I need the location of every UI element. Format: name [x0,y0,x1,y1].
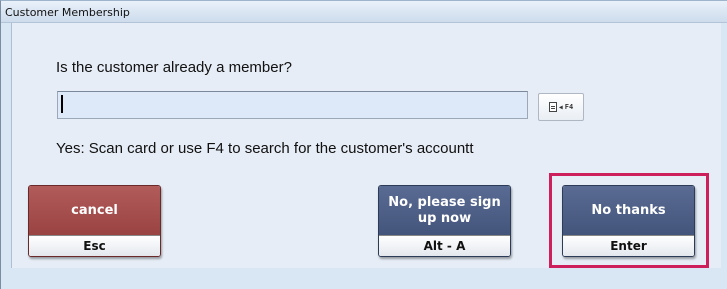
cancel-shortcut-label: Esc [29,235,160,256]
f4-search-button[interactable]: ◂ F4 [538,93,584,121]
member-search-input[interactable] [57,91,528,119]
membership-question: Is the customer already a member? [56,59,292,76]
sign-up-button[interactable]: No, please sign up now Alt - A [378,185,511,257]
search-account-icon: ◂ F4 [548,102,573,113]
sign-up-shortcut-label: Alt - A [379,235,510,256]
title-bar[interactable]: Customer Membership [1,1,727,23]
cancel-button[interactable]: cancel Esc [28,185,161,257]
sign-up-button-label: No, please sign up now [379,186,510,235]
customer-membership-window: Customer Membership Is the customer alre… [0,0,727,289]
scan-hint-text: Yes: Scan card or use F4 to search for t… [56,140,474,157]
cancel-button-label: cancel [29,186,160,235]
text-caret [61,95,63,113]
window-title: Customer Membership [5,6,130,19]
highlight-box [549,173,709,268]
